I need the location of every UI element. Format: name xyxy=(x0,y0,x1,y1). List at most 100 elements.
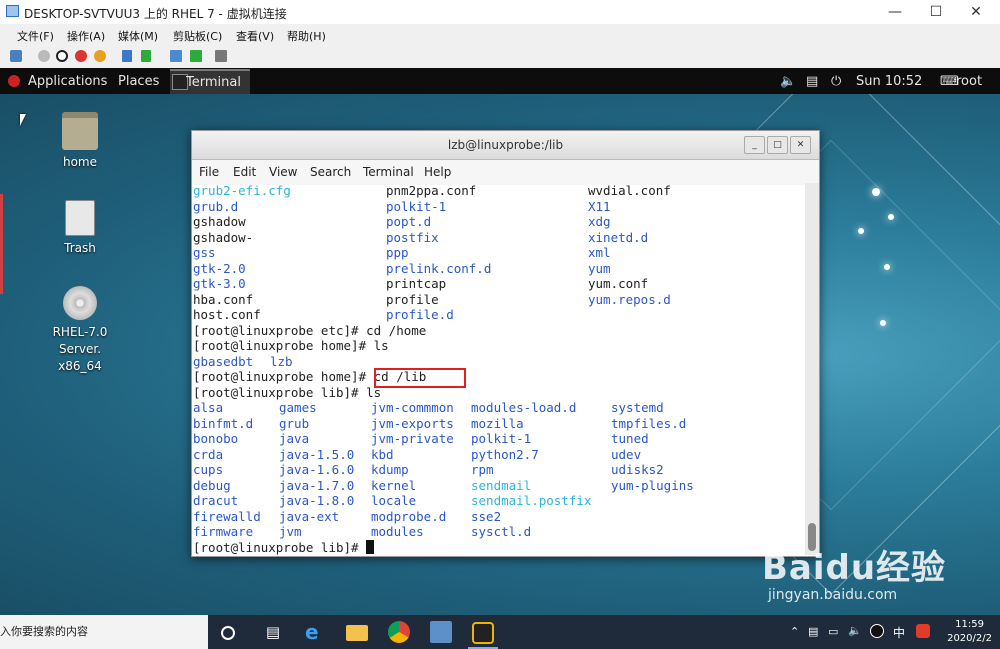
listing-entry: yum-plugins xyxy=(611,477,694,493)
desktop-icon-label: Trash xyxy=(64,241,96,255)
checkpoint-icon[interactable] xyxy=(170,50,182,62)
resume-icon[interactable] xyxy=(141,50,151,62)
ctrl-alt-del-icon[interactable] xyxy=(10,50,22,62)
tray-chevron-icon[interactable]: ⌃ xyxy=(790,625,799,638)
volume-icon[interactable]: 🔈 xyxy=(780,74,796,89)
mouse-cursor xyxy=(20,114,26,126)
listing-entry: yum.repos.d xyxy=(588,291,671,307)
listing-entry: profile xyxy=(386,291,439,307)
taskbar-time: 11:59 xyxy=(955,619,984,630)
listing-entry: gtk-2.0 xyxy=(193,260,246,276)
network-tray-icon[interactable]: ▤ xyxy=(808,625,818,638)
menu-view[interactable]: 查看(V) xyxy=(236,28,274,44)
terminal-close-button[interactable]: ✕ xyxy=(790,136,811,154)
file-explorer-icon[interactable] xyxy=(346,625,368,641)
taskbar-search-box[interactable]: 入你要搜索的内容 xyxy=(0,615,208,649)
listing-entry: java-ext xyxy=(279,508,340,524)
terminal-menubar: File Edit View Search Terminal Help xyxy=(192,160,819,185)
terminal-menu-file[interactable]: File xyxy=(199,165,219,179)
menu-file[interactable]: 文件(F) xyxy=(17,28,54,44)
desktop-icon-rhel-dvd[interactable]: RHEL-7.0 Server. x86_64 xyxy=(30,286,130,375)
menu-help[interactable]: 帮助(H) xyxy=(287,28,326,44)
start-icon[interactable] xyxy=(38,50,50,62)
power-icon[interactable]: ⏻ xyxy=(831,74,841,89)
listing-entry: pnm2ppa.conf xyxy=(386,183,477,198)
listing-entry: sendmail xyxy=(471,477,532,493)
listing-entry: binfmt.d xyxy=(193,415,254,431)
wallpaper-dot xyxy=(880,320,886,326)
listing-entry: postfix xyxy=(386,229,439,245)
listing-entry: alsa xyxy=(193,400,224,415)
terminal-title: lzb@linuxprobe:/lib xyxy=(447,138,564,152)
ime-indicator[interactable]: 中 xyxy=(893,624,905,641)
listing-entry: kernel xyxy=(371,477,417,493)
desktop-icon-home[interactable]: home xyxy=(30,112,130,171)
sogou-ime-icon[interactable] xyxy=(916,624,930,638)
clock[interactable]: Sun 10:52 xyxy=(856,74,922,89)
menu-clipboard[interactable]: 剪贴板(C) xyxy=(173,28,222,44)
listing-entry: firewalld xyxy=(193,508,261,524)
save-state-icon[interactable] xyxy=(94,50,106,62)
terminal-maximize-button[interactable]: □ xyxy=(767,136,788,154)
network-icon[interactable]: ▤ xyxy=(806,74,818,89)
cortana-icon[interactable] xyxy=(221,626,235,640)
applications-menu[interactable]: Applications xyxy=(28,74,107,89)
places-menu[interactable]: Places xyxy=(118,74,159,89)
minimize-button[interactable]: — xyxy=(875,0,915,24)
listing-entry: modprobe.d xyxy=(371,508,447,524)
baidu-watermark: Baidu经验 jingyan.baidu.com xyxy=(762,540,946,603)
listing-entry: grub2-efi.cfg xyxy=(193,183,291,198)
revert-icon[interactable] xyxy=(190,50,202,62)
listing-entry: X11 xyxy=(588,198,611,214)
listing-entry: systemd xyxy=(611,400,664,415)
close-button[interactable]: ✕ xyxy=(956,0,996,24)
terminal-output[interactable]: grub2-efi.cfg pnm2ppa.conf wvdial.conf gru… xyxy=(192,183,804,555)
listing-entry: udev xyxy=(611,446,642,462)
pause-icon[interactable] xyxy=(122,50,132,62)
listing-entry: debug xyxy=(193,477,231,493)
listing-entry: python2.7 xyxy=(471,446,539,462)
hyperv-manager-icon[interactable] xyxy=(430,621,452,643)
terminal-task[interactable]: Terminal xyxy=(170,69,250,95)
battery-icon[interactable]: ▭ xyxy=(828,625,838,638)
shutdown-icon[interactable] xyxy=(75,50,87,62)
partial-window-edge xyxy=(0,194,3,294)
listing-entry: java-1.8.0 xyxy=(279,493,355,508)
taskbar-clock[interactable]: 11:59 2020/2/2 xyxy=(947,618,992,646)
listing-entry: jvm xyxy=(279,524,302,539)
maximize-button[interactable]: ☐ xyxy=(916,0,956,24)
terminal-menu-terminal[interactable]: Terminal xyxy=(363,165,414,179)
desktop-icon-trash[interactable]: Trash xyxy=(30,200,130,257)
enhanced-session-icon[interactable] xyxy=(215,50,227,62)
terminal-minimize-button[interactable]: _ xyxy=(744,136,765,154)
chrome-icon[interactable] xyxy=(388,621,410,643)
terminal-menu-search[interactable]: Search xyxy=(310,165,351,179)
listing-entry: host.conf xyxy=(193,307,261,322)
task-view-icon[interactable]: ▤ xyxy=(262,621,284,643)
listing-entry: ppp xyxy=(386,245,409,260)
home-folder-icon xyxy=(62,112,98,150)
volume-tray-icon[interactable]: 🔈 xyxy=(848,624,862,637)
pinned-app-icon[interactable] xyxy=(472,622,494,644)
listing-entry: lzb xyxy=(270,353,293,369)
terminal-menu-edit[interactable]: Edit xyxy=(233,165,256,179)
turn-off-icon[interactable] xyxy=(56,50,68,62)
terminal-scrollbar[interactable] xyxy=(805,183,819,555)
listing-entry: dracut xyxy=(193,493,239,508)
terminal-titlebar[interactable]: lzb@linuxprobe:/lib _ □ ✕ xyxy=(192,131,819,160)
edge-icon[interactable]: e xyxy=(305,621,327,643)
watermark-url: jingyan.baidu.com xyxy=(768,587,898,603)
listing-entry: tuned xyxy=(611,431,649,446)
menu-media[interactable]: 媒体(M) xyxy=(118,28,158,44)
terminal-menu-view[interactable]: View xyxy=(269,165,297,179)
text-cursor xyxy=(366,539,375,554)
listing-entry: games xyxy=(279,400,317,415)
wallpaper-dot xyxy=(872,188,880,196)
host-window-title: DESKTOP-SVTVUU3 上的 RHEL 7 - 虚拟机连接 xyxy=(24,7,287,21)
terminal-menu-help[interactable]: Help xyxy=(424,165,451,179)
command-line: [root@linuxprobe etc]# cd /home xyxy=(193,322,427,338)
qq-icon[interactable] xyxy=(870,624,884,638)
user-menu[interactable]: root xyxy=(956,74,982,89)
menu-action[interactable]: 操作(A) xyxy=(67,28,105,44)
listing-entry: java xyxy=(279,431,310,446)
